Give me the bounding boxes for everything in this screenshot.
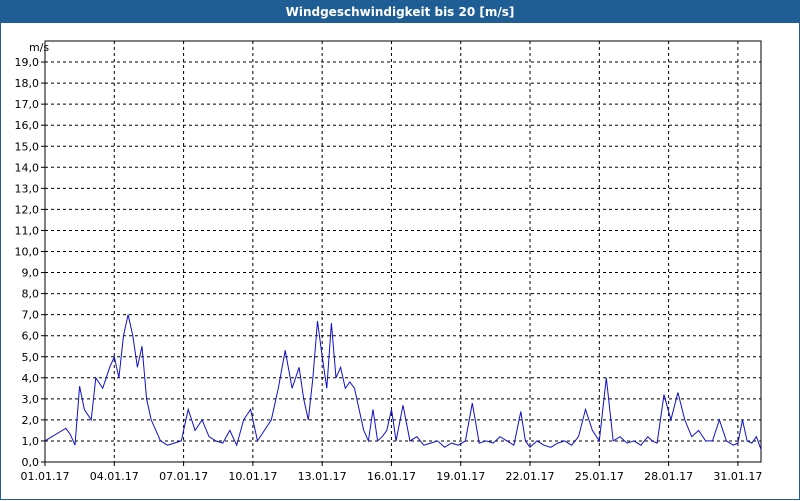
axes bbox=[41, 40, 762, 466]
y-tick-label: 5,0 bbox=[22, 351, 40, 364]
y-tick-label: 4,0 bbox=[22, 372, 40, 385]
y-tick-label: 18,0 bbox=[15, 77, 40, 90]
x-tick-label: 22.01.17 bbox=[506, 470, 555, 483]
y-tick-label: 17,0 bbox=[15, 98, 40, 111]
y-tick-label: 6,0 bbox=[22, 330, 40, 343]
y-tick-label: 9,0 bbox=[22, 267, 40, 280]
y-tick-label: 2,0 bbox=[22, 414, 40, 427]
y-tick-label: 16,0 bbox=[15, 119, 40, 132]
x-tick-label: 07.01.17 bbox=[159, 470, 208, 483]
x-tick-label: 19.01.17 bbox=[436, 470, 485, 483]
chart-window: Windgeschwindigkeit bis 20 [m/s] 0,0 1,0 2… bbox=[0, 0, 800, 500]
x-tick-label: 01.01.17 bbox=[21, 470, 70, 483]
y-tick-label: 8,0 bbox=[22, 288, 40, 301]
y-tick-label: 7,0 bbox=[22, 309, 40, 322]
grid-lines bbox=[45, 41, 761, 462]
x-tick-label: 13.01.17 bbox=[298, 470, 347, 483]
y-axis-unit-label: m/s bbox=[29, 41, 49, 54]
y-tick-label: 0,0 bbox=[22, 456, 40, 469]
y-tick-label: 13,0 bbox=[15, 182, 40, 195]
x-tick-label: 04.01.17 bbox=[90, 470, 139, 483]
chart-svg: 0,0 1,0 2,0 3,0 4,0 5,0 6,0 7,0 8,0 9,0 10,0 11,0 12… bbox=[15, 40, 763, 483]
y-tick-label: 1,0 bbox=[22, 435, 40, 448]
x-tick-label: 10.01.17 bbox=[228, 470, 277, 483]
y-tick-label: 12,0 bbox=[15, 203, 40, 216]
x-tick-label: 25.01.17 bbox=[575, 470, 624, 483]
x-tick-label: 16.01.17 bbox=[367, 470, 416, 483]
x-tick-labels: 01.01.17 04.01.17 07.01.17 10.01.17 13.01.17… bbox=[21, 470, 763, 483]
x-tick-label: 28.01.17 bbox=[644, 470, 693, 483]
x-tick-label: 31.01.17 bbox=[713, 470, 762, 483]
y-tick-label: 11,0 bbox=[15, 224, 40, 237]
y-tick-label: 15,0 bbox=[15, 140, 40, 153]
y-tick-label: 19,0 bbox=[15, 56, 40, 69]
y-tick-label: 10,0 bbox=[15, 246, 40, 259]
y-tick-label: 14,0 bbox=[15, 161, 40, 174]
wind-speed-line bbox=[44, 314, 762, 450]
y-tick-labels: 0,0 1,0 2,0 3,0 4,0 5,0 6,0 7,0 8,0 9,0 10,0 11,0 12… bbox=[15, 56, 40, 469]
y-tick-label: 3,0 bbox=[22, 393, 40, 406]
